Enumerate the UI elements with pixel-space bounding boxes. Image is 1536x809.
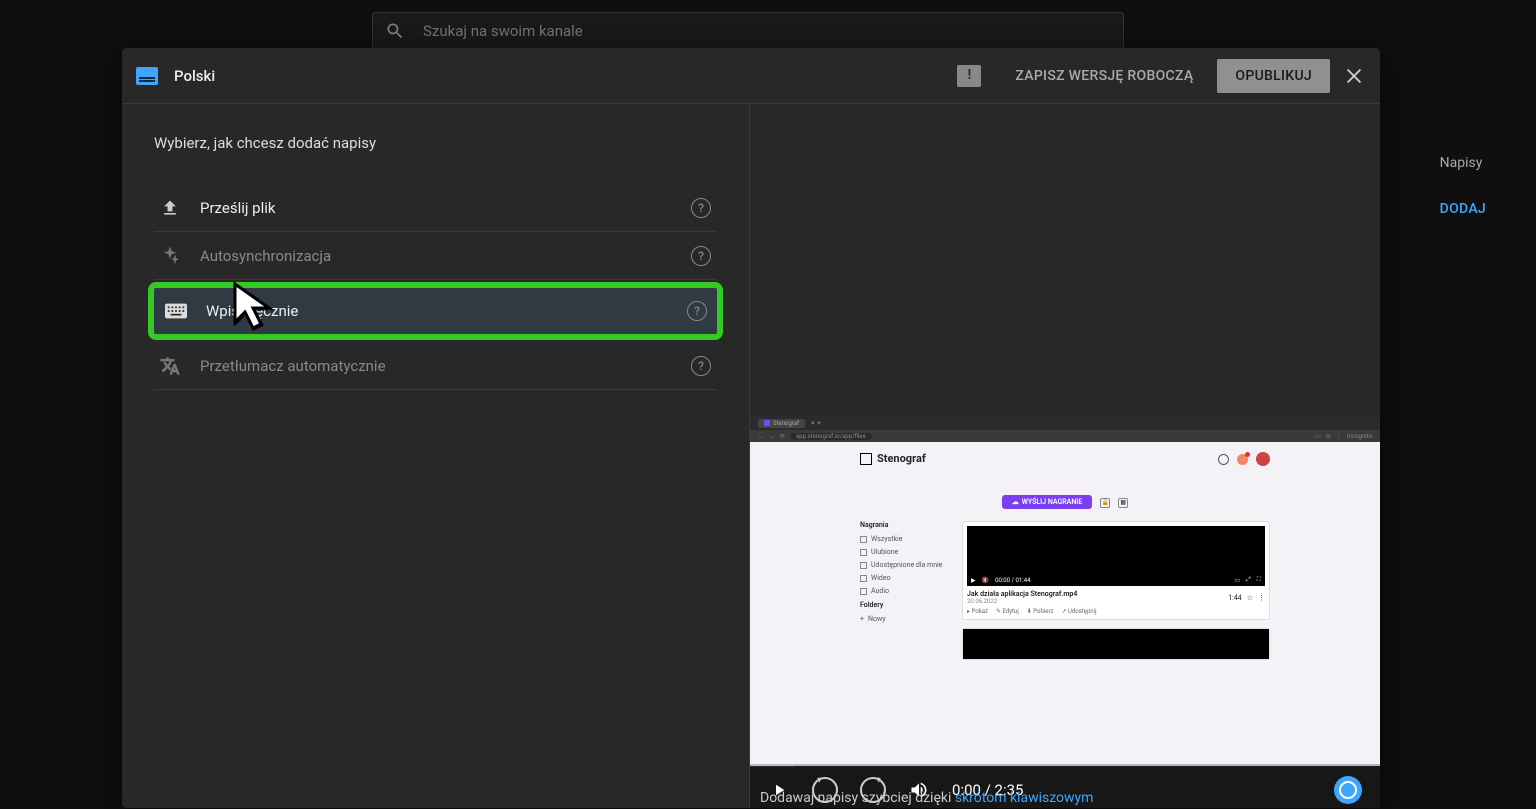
help-icon[interactable]: ? (687, 301, 707, 321)
option-autotranslate[interactable]: Przetłumacz automatycznie ? (154, 342, 717, 390)
bg-right-column: Napisy DODAJ (1440, 155, 1486, 217)
options-panel: Wybierz, jak chcesz dodać napisy Prześli… (122, 104, 750, 808)
app-sidebar: Nagrania Wszystkie Ulubione Udostępnione… (860, 521, 950, 668)
option-autosync[interactable]: Autosynchronizacja ? (154, 232, 717, 280)
clock-icon (1218, 454, 1229, 465)
browser-urlbar: ←→⟳ app.stenograf.io/app/files ▭◎⋮ Incog… (750, 430, 1380, 442)
send-recording-button: ☁ WYŚLIJ NAGRANIE (1002, 495, 1093, 509)
app-header-actions (1218, 452, 1270, 466)
option-type-manually[interactable]: Wpisz ręcznie ? (148, 282, 723, 340)
modal-header: Polski ZAPISZ WERSJĘ ROBOCZĄ OPUBLIKUJ (122, 48, 1380, 104)
option-label: Prześlij plik (200, 199, 673, 217)
option-label: Przetłumacz automatycznie (200, 357, 673, 375)
browser-tabs: Stenograf × + (750, 416, 1380, 430)
option-upload-file[interactable]: Prześlij plik ? (154, 184, 717, 232)
subtitles-column-header: Napisy (1440, 155, 1486, 171)
url-text: app.stenograf.io/app/files (790, 433, 872, 440)
shortcuts-link[interactable]: skrótom klawiszowym (955, 790, 1094, 806)
option-label: Wpisz ręcznie (206, 302, 669, 320)
video-card: ▶🔇00:00 / 01:44▭⤢⛶ Jak działa aplikacja … (962, 521, 1270, 620)
subtitles-modal: Polski ZAPISZ WERSJĘ ROBOCZĄ OPUBLIKUJ W… (122, 48, 1380, 808)
search-icon (385, 21, 405, 41)
upload-icon (160, 198, 180, 218)
save-draft-button[interactable]: ZAPISZ WERSJĘ ROBOCZĄ (1001, 60, 1207, 92)
help-icon[interactable]: ? (691, 356, 711, 376)
grid-icon: ▦ (1118, 498, 1128, 508)
language-label: Polski (174, 67, 215, 85)
channel-search-bar[interactable]: Szukaj na swoim kanale (372, 12, 1124, 50)
settings-button[interactable] (1334, 776, 1362, 804)
add-subtitles-button[interactable]: DODAJ (1440, 201, 1486, 217)
subtitle-track-icon (136, 67, 158, 85)
stenograf-logo: Stenograf (860, 452, 1270, 465)
search-placeholder: Szukaj na swoim kanale (423, 22, 583, 40)
preview-panel: Stenograf × + ←→⟳ app.stenograf.io/app/f… (750, 104, 1380, 808)
close-button[interactable] (1342, 64, 1366, 88)
help-icon[interactable]: ? (691, 198, 711, 218)
feedback-icon[interactable] (957, 65, 981, 87)
publish-button[interactable]: OPUBLIKUJ (1217, 59, 1330, 93)
keyboard-shortcuts-hint: Dodawaj napisy szybciej dzięki skrótom k… (760, 790, 1093, 806)
new-tab-icon: × + (811, 420, 821, 427)
lock-icon: 🔒 (1100, 498, 1110, 508)
option-label: Autosynchronizacja (200, 247, 673, 265)
video-preview[interactable]: Stenograf × + ←→⟳ app.stenograf.io/app/f… (750, 416, 1380, 766)
options-prompt: Wybierz, jak chcesz dodać napisy (154, 134, 717, 152)
keyboard-icon (165, 303, 187, 319)
sparkle-icon (160, 246, 180, 266)
browser-tab: Stenograf (758, 419, 805, 428)
avatar-icon (1256, 452, 1270, 466)
help-icon[interactable]: ? (691, 246, 711, 266)
notification-icon (1237, 454, 1248, 465)
translate-icon (160, 356, 180, 376)
close-icon (1343, 65, 1365, 87)
